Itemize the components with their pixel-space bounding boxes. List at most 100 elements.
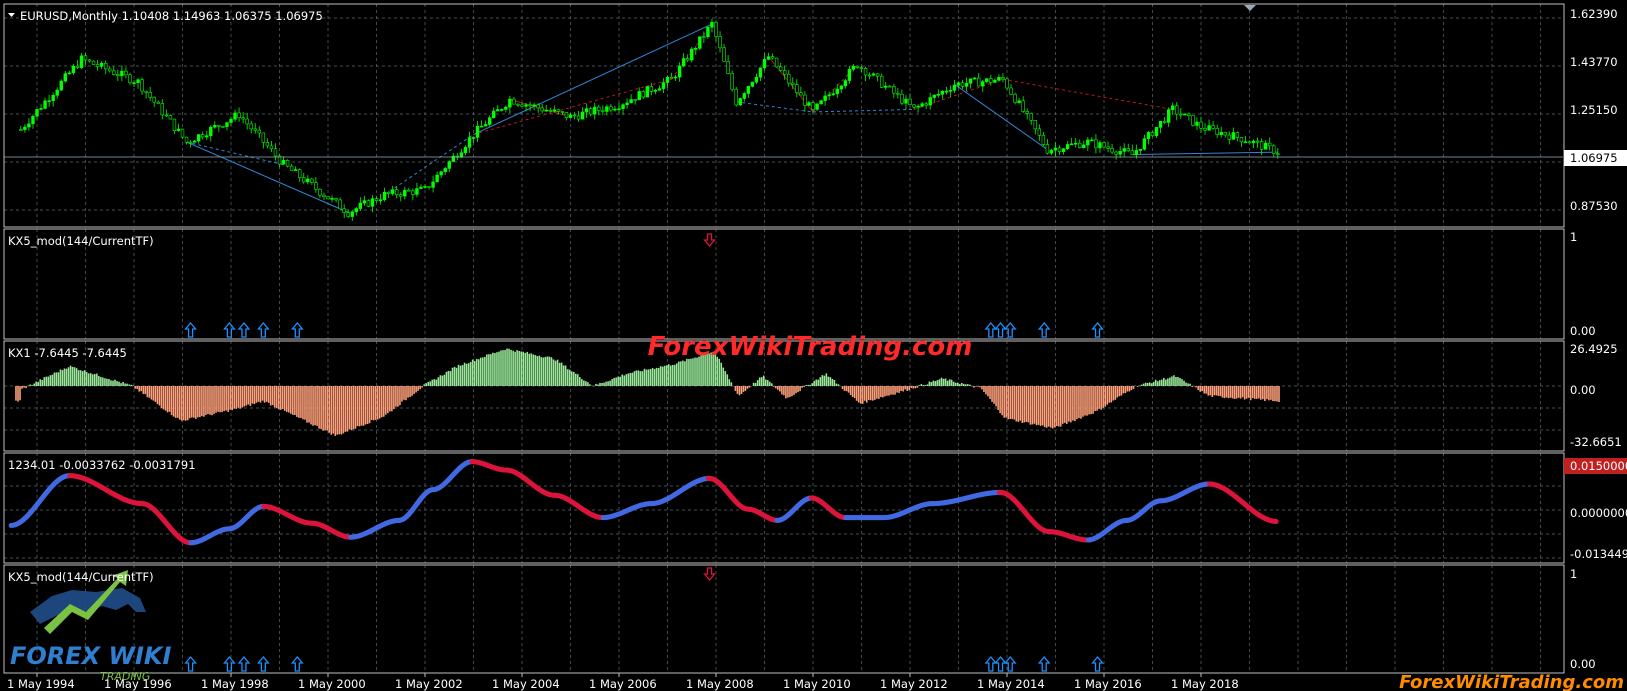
candle-body — [985, 78, 989, 82]
pivot-lines — [186, 23, 1278, 213]
candle-body — [649, 86, 654, 92]
candle-body — [43, 100, 47, 109]
candle-body — [1013, 93, 1017, 103]
candle-body — [653, 90, 658, 92]
candle-body — [968, 78, 973, 84]
candle-body — [601, 110, 605, 112]
candle-body — [144, 90, 148, 93]
candle-body — [896, 92, 900, 95]
candle-body — [1078, 142, 1082, 149]
candle-body — [799, 92, 803, 96]
candle-body — [475, 125, 480, 138]
candle-body — [1005, 78, 1009, 89]
chart-shift-marker-icon[interactable] — [1244, 5, 1256, 11]
candle-body — [568, 114, 573, 118]
candle-body — [326, 196, 330, 200]
candle-body — [681, 58, 686, 67]
candle-body — [669, 76, 674, 79]
candle-body — [661, 82, 666, 89]
candle-body — [512, 98, 516, 105]
candle-body — [811, 102, 815, 110]
candle-body — [746, 86, 751, 94]
candle-body — [136, 79, 140, 83]
candle-body — [411, 190, 415, 195]
oscillator-line — [8, 459, 1279, 546]
corner-watermark: ForexWikiTrading.com — [1399, 672, 1624, 691]
x-axis-label: 1 May 2018 — [1171, 677, 1239, 691]
up-arrow-icon — [222, 655, 236, 672]
candle-body — [261, 132, 266, 143]
candle-body — [888, 85, 892, 88]
candle-body — [27, 123, 31, 128]
candle-body — [209, 126, 213, 137]
candle-body — [589, 108, 593, 115]
candle-body — [382, 191, 387, 201]
candle-body — [758, 67, 763, 78]
price-label-2: 1.43770 — [1570, 55, 1618, 69]
candle-body — [1057, 147, 1062, 152]
candle-body — [116, 74, 120, 77]
candle-body — [47, 100, 51, 102]
pivot-line-red — [473, 78, 672, 136]
candle-body — [508, 98, 512, 108]
candle-body — [427, 186, 431, 188]
candle-body — [524, 104, 528, 107]
candle-body — [997, 77, 1001, 81]
candle-body — [827, 94, 831, 97]
candle-body — [99, 62, 104, 67]
up-arrow-icon — [1091, 321, 1104, 338]
candle-body — [778, 66, 783, 71]
pivot-line-blue — [473, 23, 713, 135]
candle-body — [399, 194, 403, 197]
candle-body — [1041, 134, 1046, 145]
candle-body — [859, 67, 864, 69]
up-arrow-icon — [994, 655, 1007, 672]
chart-menu-triangle-icon[interactable] — [8, 13, 15, 17]
candle-body — [386, 191, 391, 194]
candle-body — [936, 93, 940, 96]
candle-body — [1029, 113, 1033, 121]
candle-body — [783, 70, 787, 75]
candle-body — [281, 160, 286, 165]
chart-area[interactable]: ForexWikiTrading.com FOREX WIKI TRADING … — [0, 0, 1627, 691]
candle-body — [1183, 113, 1187, 116]
candle-body — [597, 106, 601, 111]
candle-body — [1061, 148, 1066, 152]
candle-body — [1179, 113, 1183, 116]
pivot-line-red — [1002, 78, 1173, 110]
candle-body — [59, 80, 63, 91]
up-arrow-icon — [256, 655, 270, 672]
x-axis-label: 1 May 1994 — [7, 677, 75, 691]
candle-body — [196, 134, 201, 142]
candle-body — [625, 102, 629, 105]
candle-body — [742, 93, 746, 99]
pane1-signal-arrows — [184, 233, 1104, 338]
candle-body — [576, 115, 581, 120]
candle-body — [1126, 148, 1130, 152]
candle-body — [952, 84, 957, 91]
price-label-3: 1.25150 — [1570, 103, 1618, 117]
candle-body — [633, 99, 637, 101]
candle-body — [293, 169, 298, 171]
candle-body — [871, 73, 876, 76]
candle-body — [540, 107, 544, 112]
candle-body — [172, 118, 177, 131]
candle-body — [1114, 151, 1118, 155]
candle-body — [285, 160, 290, 167]
candle-body — [342, 208, 346, 213]
candle-body — [241, 117, 245, 120]
candle-body — [548, 109, 552, 112]
candle-body — [423, 186, 427, 188]
candle-body — [1086, 139, 1090, 146]
candle-body — [544, 109, 548, 112]
candle-body — [690, 48, 694, 61]
candle-body — [1090, 139, 1094, 142]
candle-body — [904, 98, 908, 104]
candle-body — [152, 96, 156, 103]
pivot-line-blue — [954, 83, 1048, 151]
candle-body — [977, 77, 981, 87]
candle-body — [613, 108, 617, 111]
candle-body — [310, 178, 314, 183]
candle-body — [1069, 143, 1074, 146]
candle-body — [924, 103, 928, 106]
